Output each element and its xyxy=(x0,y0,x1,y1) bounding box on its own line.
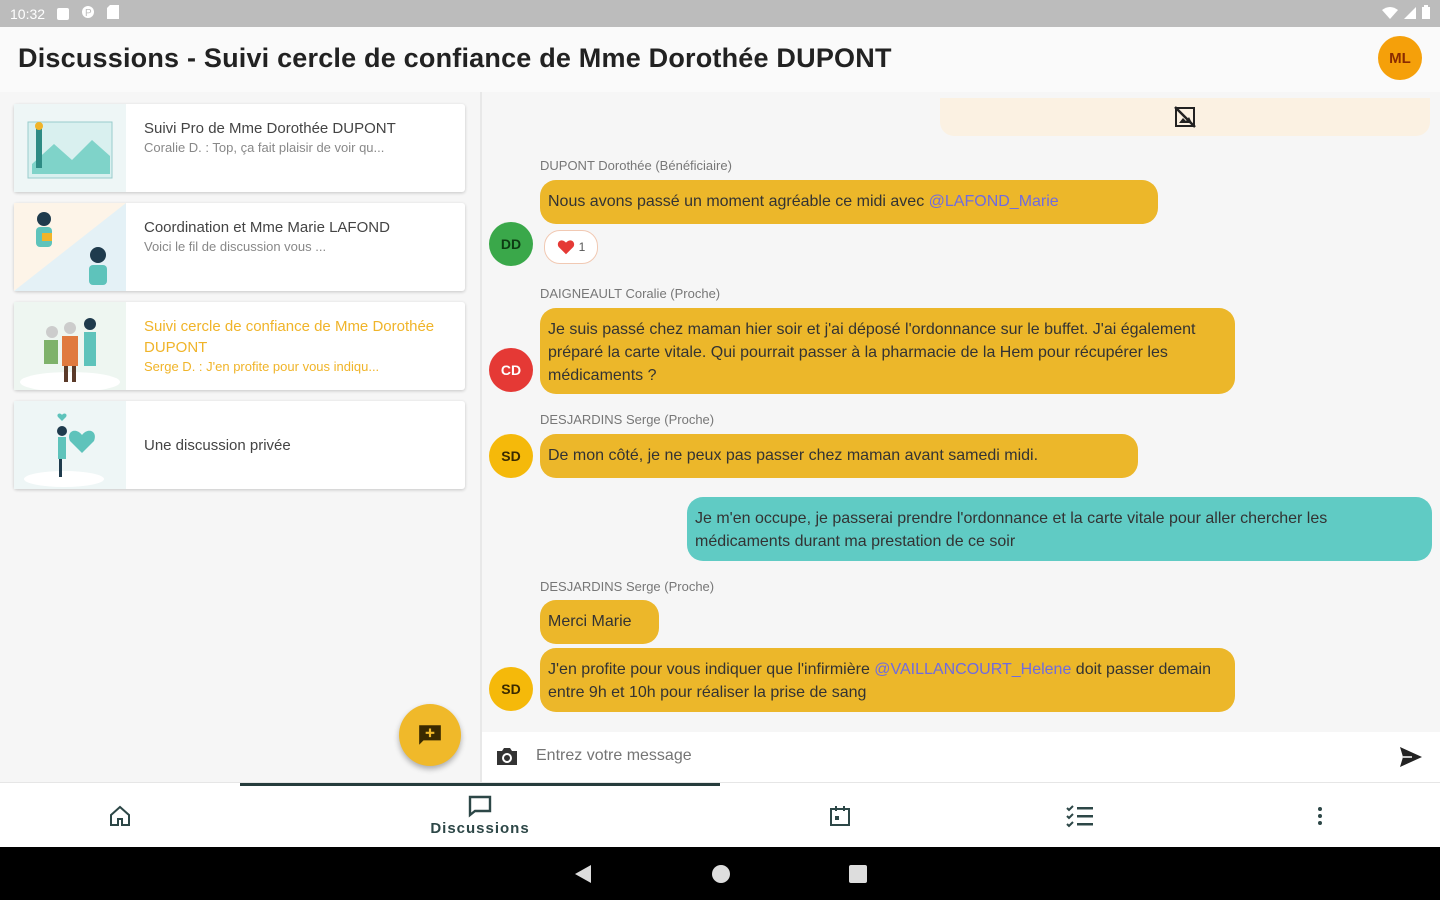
nav-discussions-label: Discussions xyxy=(430,820,530,837)
media-placeholder xyxy=(940,98,1430,136)
message-bubble[interactable]: J'en profite pour vous indiquer que l'in… xyxy=(540,648,1235,712)
reaction-badge[interactable]: 1 xyxy=(544,230,598,264)
calendar-icon xyxy=(830,805,850,826)
nav-calendar[interactable] xyxy=(720,783,960,848)
conversation-preview: Serge D. : J'en profite pour vous indiqu… xyxy=(144,359,380,374)
message-text: Merci Marie xyxy=(548,613,632,630)
status-time: 10:32 xyxy=(10,5,46,22)
svg-text:P: P xyxy=(85,8,92,19)
signal-icon xyxy=(1404,6,1416,22)
message-bubble[interactable]: Je suis passé chez maman hier soir et j'… xyxy=(540,308,1235,394)
page-title: Discussions - Suivi cercle de confiance … xyxy=(18,43,892,73)
message-sender: DAIGNEAULT Coralie (Proche) xyxy=(540,286,721,301)
message-sender: DESJARDINS Serge (Proche) xyxy=(540,579,715,594)
conversation-item-selected[interactable]: Suivi cercle de confiance de Mme Dorothé… xyxy=(14,302,465,390)
message-input[interactable] xyxy=(534,746,1358,766)
conversation-illustration xyxy=(14,302,126,390)
avatar: DD xyxy=(489,222,533,266)
conversation-name: Une discussion privée xyxy=(144,436,291,454)
image-off-icon xyxy=(1174,106,1196,128)
message-bubble[interactable]: Nous avons passé un moment agréable ce m… xyxy=(540,180,1158,224)
conversation-name: Suivi cercle de confiance de Mme Dorothé… xyxy=(144,318,435,356)
avatar: SD xyxy=(489,434,533,478)
avatar: SD xyxy=(489,667,533,711)
message-text: Je suis passé chez maman hier soir et j'… xyxy=(548,321,1196,384)
message-text: J'en profite pour vous indiquer que l'in… xyxy=(548,661,875,678)
recents-icon[interactable] xyxy=(849,864,867,883)
battery-icon xyxy=(1422,5,1430,22)
chat-thread: DUPONT Dorothée (Bénéficiaire) Nous avon… xyxy=(482,92,1440,732)
send-icon[interactable] xyxy=(1398,745,1424,774)
conversation-list: Suivi Pro de Mme Dorothée DUPONT Coralie… xyxy=(0,92,480,782)
message-text: De mon côté, je ne peux pas passer chez … xyxy=(548,447,1039,464)
message-composer xyxy=(482,732,1440,782)
nav-home[interactable] xyxy=(0,783,240,848)
mention-link[interactable]: @LAFOND_Marie xyxy=(929,193,1059,210)
conversation-illustration xyxy=(14,203,126,291)
status-bar: 10:32 P xyxy=(0,0,1440,27)
avatar: CD xyxy=(489,348,533,392)
reaction-count: 1 xyxy=(578,240,586,254)
system-navigation-bar xyxy=(0,847,1440,900)
chat-icon xyxy=(468,795,492,818)
nav-tasks[interactable] xyxy=(960,783,1200,848)
message-sender: DESJARDINS Serge (Proche) xyxy=(540,412,715,427)
app-bar: Discussions - Suivi cercle de confiance … xyxy=(0,27,1440,92)
message-text: Je m'en occupe, je passerai prendre l'or… xyxy=(695,510,1328,550)
sd-card-icon xyxy=(107,5,120,22)
conversation-item[interactable]: Suivi Pro de Mme Dorothée DUPONT Coralie… xyxy=(14,104,465,192)
bottom-navigation: Discussions xyxy=(0,782,1440,848)
message-bubble[interactable]: Merci Marie xyxy=(540,600,659,644)
checklist-icon xyxy=(1066,804,1093,827)
conversation-name: Coordination et Mme Marie LAFOND xyxy=(144,219,390,236)
camera-icon[interactable] xyxy=(494,744,520,773)
message-text: Nous avons passé un moment agréable ce m… xyxy=(548,193,929,210)
conversation-name: Suivi Pro de Mme Dorothée DUPONT xyxy=(144,120,396,137)
new-chat-icon xyxy=(419,725,441,745)
wifi-icon xyxy=(1382,6,1398,22)
own-message-bubble[interactable]: Je m'en occupe, je passerai prendre l'or… xyxy=(687,497,1432,561)
home-icon xyxy=(110,805,130,826)
nav-more[interactable] xyxy=(1200,783,1440,848)
message-bubble[interactable]: De mon côté, je ne peux pas passer chez … xyxy=(540,434,1138,478)
heart-icon xyxy=(557,240,574,255)
notification-icon xyxy=(57,7,70,20)
conversation-preview: Coralie D. : Top, ça fait plaisir de voi… xyxy=(144,140,385,155)
conversation-item[interactable]: Coordination et Mme Marie LAFOND Voici l… xyxy=(14,203,465,291)
conversation-preview: Voici le fil de discussion vous ... xyxy=(144,239,327,254)
more-vertical-icon xyxy=(1318,806,1322,825)
sync-icon: P xyxy=(81,5,95,22)
conversation-illustration xyxy=(14,104,126,192)
new-discussion-button[interactable] xyxy=(399,704,461,766)
home-button-icon[interactable] xyxy=(711,864,731,884)
nav-discussions[interactable]: Discussions xyxy=(360,783,600,848)
user-avatar[interactable]: ML xyxy=(1378,36,1422,80)
conversation-item[interactable]: Une discussion privée xyxy=(14,401,465,489)
conversation-illustration xyxy=(14,401,126,489)
message-sender: DUPONT Dorothée (Bénéficiaire) xyxy=(540,158,732,173)
back-icon[interactable] xyxy=(573,863,593,885)
mention-link[interactable]: @VAILLANCOURT_Helene xyxy=(874,661,1071,678)
